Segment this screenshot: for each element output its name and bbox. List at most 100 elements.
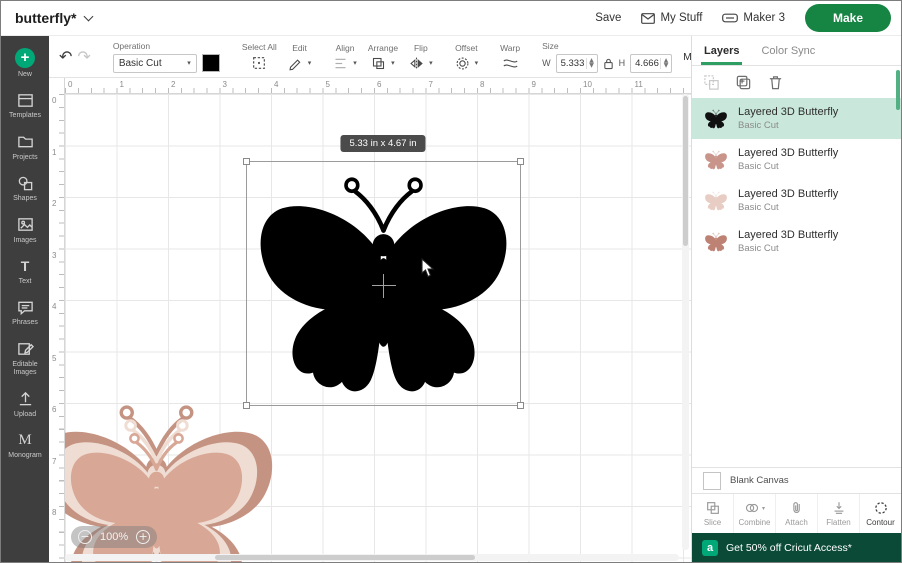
operation-select[interactable]: Basic Cut ▾: [112, 53, 197, 73]
flip-icon: [410, 57, 423, 69]
warp-button[interactable]: Warp: [500, 43, 520, 71]
sidebar-item-projects[interactable]: Projects: [1, 130, 49, 165]
layer-row[interactable]: Layered 3D Butterfly Basic Cut: [692, 139, 901, 180]
sidebar-item-text[interactable]: T Text: [1, 254, 49, 289]
chevron-down-icon: ▾: [429, 59, 433, 67]
canvas-area[interactable]: 0 1 2 3 4 5 6 7 8 9 10 11 012345678 5.33…: [49, 78, 691, 562]
height-input[interactable]: 4.666 ▲ ▼: [630, 53, 673, 73]
height-label: H: [618, 58, 626, 68]
layer-action-bar: Slice ▾ Combine Attach Flatten Contour: [692, 493, 901, 533]
save-button[interactable]: Save: [595, 12, 621, 24]
project-title-menu[interactable]: butterfly*: [15, 10, 94, 26]
ruler-number: 5: [325, 80, 330, 89]
duplicate-button[interactable]: [735, 74, 752, 91]
width-label: W: [542, 58, 551, 68]
width-input[interactable]: 5.333 ▲ ▼: [555, 53, 598, 73]
size-tooltip: 5.33 in x 4.67 in: [340, 135, 426, 152]
zoom-control: − 100% +: [71, 526, 158, 548]
machine-selector[interactable]: Maker 3: [722, 12, 785, 24]
sidebar-item-new[interactable]: + New: [1, 45, 49, 82]
blank-canvas-swatch[interactable]: [703, 471, 721, 490]
contour-icon: [874, 502, 887, 514]
resize-handle[interactable]: [243, 402, 250, 409]
combine-button[interactable]: ▾ Combine: [733, 494, 775, 533]
layers-panel: Layers Color Sync Layered 3D Butterfly B…: [691, 36, 901, 562]
delete-button[interactable]: [767, 74, 784, 91]
chevron-down-icon: ▾: [187, 59, 191, 67]
align-icon: [335, 58, 346, 68]
undo-button[interactable]: ↶: [59, 47, 72, 66]
ruler-number: 8: [480, 80, 485, 89]
upload-icon: [16, 390, 34, 408]
layer-row[interactable]: Layered 3D Butterfly Basic Cut: [692, 180, 901, 221]
slice-icon: [706, 502, 719, 514]
phrases-icon: [16, 298, 34, 316]
selection-box[interactable]: [243, 158, 524, 409]
zoom-in-icon[interactable]: +: [136, 530, 151, 544]
zoom-out-icon[interactable]: −: [78, 530, 92, 544]
ruler-number: 7: [428, 80, 433, 89]
plus-icon: +: [15, 48, 35, 68]
make-button[interactable]: Make: [804, 4, 891, 32]
horizontal-scrollbar[interactable]: [65, 554, 679, 561]
sidebar-item-shapes[interactable]: Shapes: [1, 171, 49, 206]
ruler-number: 0: [68, 80, 73, 89]
scrollbar-thumb[interactable]: [683, 96, 688, 246]
offset-icon: [456, 57, 469, 69]
templates-icon: [16, 91, 34, 109]
sidebar-item-editable-images[interactable]: Editable Images: [1, 337, 49, 381]
color-swatch[interactable]: [201, 54, 220, 72]
stepper-icons[interactable]: ▲ ▼: [585, 57, 597, 69]
sidebar-item-templates[interactable]: Templates: [1, 88, 49, 123]
edit-toolbar: ↶ ↷ Operation Basic Cut ▾ Select All Edi…: [49, 36, 715, 78]
scrollbar-thumb[interactable]: [215, 555, 475, 560]
machine-icon: [722, 13, 739, 22]
arrange-icon: [373, 57, 385, 69]
layer-thumbnail: [703, 107, 729, 131]
monogram-icon: M: [18, 431, 32, 448]
flip-button[interactable]: Flip ▾: [409, 43, 433, 71]
slice-button[interactable]: Slice: [692, 494, 733, 533]
resize-handle[interactable]: [243, 158, 250, 165]
duplicate-icon: [736, 75, 751, 89]
blank-canvas-row[interactable]: Blank Canvas: [692, 467, 901, 493]
group-button[interactable]: [703, 74, 720, 91]
panel-scrollbar-thumb[interactable]: [896, 70, 900, 110]
ruler-number: 7: [52, 456, 57, 466]
ruler-number: 4: [52, 302, 57, 311]
edit-button[interactable]: Edit ▾: [288, 43, 311, 71]
layer-list: Layered 3D Butterfly Basic Cut Layered 3…: [692, 98, 901, 467]
tab-color-sync[interactable]: Color Sync: [751, 36, 825, 65]
sidebar-item-images[interactable]: Images: [1, 213, 49, 248]
resize-handle[interactable]: [517, 158, 524, 165]
select-all-button[interactable]: Select All: [242, 42, 277, 71]
ruler-number: 2: [171, 80, 176, 89]
redo-button[interactable]: ↷: [77, 47, 90, 66]
project-title: butterfly*: [15, 10, 77, 26]
sidebar-item-upload[interactable]: Upload: [1, 387, 49, 422]
promo-banner[interactable]: a Get 50% off Cricut Access*: [692, 533, 901, 562]
stepper-icons[interactable]: ▲ ▼: [660, 57, 671, 69]
sidebar-item-phrases[interactable]: Phrases: [1, 295, 49, 330]
layer-row[interactable]: Layered 3D Butterfly Basic Cut: [692, 221, 901, 262]
tab-layers[interactable]: Layers: [694, 36, 749, 65]
layer-row[interactable]: Layered 3D Butterfly Basic Cut: [692, 98, 901, 139]
flatten-button[interactable]: Flatten: [817, 494, 859, 533]
align-button[interactable]: Align ▾: [333, 43, 357, 71]
attach-button[interactable]: Attach: [775, 494, 817, 533]
ruler-number: 8: [52, 508, 57, 517]
my-stuff-button[interactable]: My Stuff: [641, 12, 702, 24]
vertical-scrollbar[interactable]: [682, 94, 689, 550]
images-icon: [16, 216, 34, 234]
sidebar-item-monogram[interactable]: M Monogram: [1, 428, 49, 463]
resize-handle[interactable]: [517, 402, 524, 409]
chevron-down-icon: ▾: [474, 59, 479, 67]
warp-icon: [503, 59, 518, 67]
lock-aspect-icon[interactable]: [603, 57, 614, 70]
arrange-button[interactable]: Arrange ▾: [368, 43, 398, 71]
offset-button[interactable]: Offset ▾: [455, 43, 479, 71]
contour-button[interactable]: Contour: [859, 494, 901, 533]
text-icon: T: [20, 257, 30, 274]
ruler-number: 3: [222, 80, 227, 89]
chevron-down-icon: ▾: [761, 504, 765, 512]
